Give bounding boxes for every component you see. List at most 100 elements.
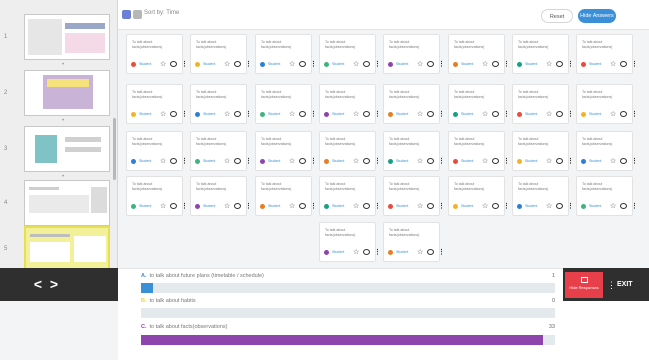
more-options-icon[interactable]: ⋮ bbox=[503, 157, 510, 165]
more-options-icon[interactable]: ⋮ bbox=[631, 60, 638, 68]
more-options-icon[interactable]: ⋮ bbox=[567, 202, 574, 210]
more-options-icon[interactable]: ⋮ bbox=[374, 157, 381, 165]
response-card[interactable]: To talk about facts(observations) Student… bbox=[319, 34, 381, 74]
star-icon[interactable]: ☆ bbox=[289, 157, 295, 165]
comment-icon[interactable] bbox=[363, 61, 370, 67]
response-card[interactable]: To talk about facts(observations) Student… bbox=[255, 131, 317, 171]
star-icon[interactable]: ☆ bbox=[160, 60, 166, 68]
comment-icon[interactable] bbox=[363, 158, 370, 164]
slide-thumbnail[interactable] bbox=[24, 126, 110, 172]
next-slide-button[interactable]: > bbox=[42, 268, 66, 301]
response-card[interactable]: To talk about facts(observations) Student… bbox=[126, 34, 188, 74]
star-icon[interactable]: ☆ bbox=[417, 157, 423, 165]
comment-icon[interactable] bbox=[170, 203, 177, 209]
comment-icon[interactable] bbox=[234, 158, 241, 164]
star-icon[interactable]: ☆ bbox=[289, 202, 295, 210]
more-options-icon[interactable]: ⋮ bbox=[310, 202, 317, 210]
star-icon[interactable]: ☆ bbox=[482, 157, 488, 165]
star-icon[interactable]: ☆ bbox=[482, 60, 488, 68]
more-options-icon[interactable]: ⋮ bbox=[181, 202, 188, 210]
response-card[interactable]: To talk about facts(observations) Student… bbox=[255, 84, 317, 124]
response-card[interactable]: To talk about facts(observations) Student… bbox=[255, 176, 317, 216]
star-icon[interactable]: ☆ bbox=[353, 110, 359, 118]
star-icon[interactable]: ☆ bbox=[353, 248, 359, 256]
more-options-icon[interactable]: ⋮ bbox=[567, 60, 574, 68]
hide-responses-button[interactable]: Hide Responses bbox=[565, 272, 603, 298]
response-card[interactable]: To talk about facts(observations) Student… bbox=[190, 131, 252, 171]
comment-icon[interactable] bbox=[234, 111, 241, 117]
response-card[interactable]: To talk about facts(observations) Student… bbox=[448, 176, 510, 216]
menu-icon[interactable]: ⋮ bbox=[607, 272, 616, 298]
more-options-icon[interactable]: ⋮ bbox=[181, 110, 188, 118]
response-card[interactable]: To talk about facts(observations) Student… bbox=[383, 84, 445, 124]
star-icon[interactable]: ☆ bbox=[546, 110, 552, 118]
comment-icon[interactable] bbox=[620, 61, 627, 67]
comment-icon[interactable] bbox=[363, 111, 370, 117]
more-options-icon[interactable]: ⋮ bbox=[631, 202, 638, 210]
comment-icon[interactable] bbox=[299, 158, 306, 164]
comment-icon[interactable] bbox=[620, 158, 627, 164]
star-icon[interactable]: ☆ bbox=[160, 202, 166, 210]
response-card[interactable]: To talk about facts(observations) Student… bbox=[448, 84, 510, 124]
response-card[interactable]: To talk about facts(observations) Student… bbox=[512, 131, 574, 171]
comment-icon[interactable] bbox=[363, 203, 370, 209]
star-icon[interactable]: ☆ bbox=[289, 60, 295, 68]
star-icon[interactable]: ☆ bbox=[353, 202, 359, 210]
comment-icon[interactable] bbox=[427, 61, 434, 67]
more-options-icon[interactable]: ⋮ bbox=[374, 248, 381, 256]
response-card[interactable]: To talk about facts(observations) Student… bbox=[448, 34, 510, 74]
more-options-icon[interactable]: ⋮ bbox=[310, 157, 317, 165]
sort-dropdown[interactable]: Sort by: Time bbox=[144, 10, 179, 16]
response-card[interactable]: To talk about facts(observations) Student… bbox=[383, 176, 445, 216]
comment-icon[interactable] bbox=[427, 158, 434, 164]
response-card[interactable]: To talk about facts(observations) Student… bbox=[126, 176, 188, 216]
more-options-icon[interactable]: ⋮ bbox=[567, 110, 574, 118]
star-icon[interactable]: ☆ bbox=[353, 60, 359, 68]
slide-thumbnail[interactable] bbox=[24, 70, 110, 116]
response-card[interactable]: To talk about facts(observations) Student… bbox=[383, 222, 445, 262]
comment-icon[interactable] bbox=[234, 61, 241, 67]
more-options-icon[interactable]: ⋮ bbox=[374, 110, 381, 118]
star-icon[interactable]: ☆ bbox=[610, 157, 616, 165]
more-options-icon[interactable]: ⋮ bbox=[245, 110, 252, 118]
slide-thumbnail[interactable] bbox=[24, 14, 110, 60]
more-options-icon[interactable]: ⋮ bbox=[310, 110, 317, 118]
response-card[interactable]: To talk about facts(observations) Student… bbox=[512, 34, 574, 74]
comment-icon[interactable] bbox=[556, 203, 563, 209]
more-options-icon[interactable]: ⋮ bbox=[374, 60, 381, 68]
comment-icon[interactable] bbox=[556, 61, 563, 67]
response-card[interactable]: To talk about facts(observations) Student… bbox=[319, 222, 381, 262]
response-card[interactable]: To talk about facts(observations) Student… bbox=[319, 84, 381, 124]
more-options-icon[interactable]: ⋮ bbox=[310, 60, 317, 68]
star-icon[interactable]: ☆ bbox=[546, 202, 552, 210]
more-options-icon[interactable]: ⋮ bbox=[438, 157, 445, 165]
reset-button[interactable]: Reset bbox=[541, 9, 573, 23]
thumbnail-scrollbar[interactable] bbox=[113, 118, 116, 180]
response-card[interactable]: To talk about facts(observations) Student… bbox=[190, 84, 252, 124]
comment-icon[interactable] bbox=[556, 158, 563, 164]
more-options-icon[interactable]: ⋮ bbox=[503, 60, 510, 68]
star-icon[interactable]: ☆ bbox=[160, 157, 166, 165]
star-icon[interactable]: ☆ bbox=[610, 202, 616, 210]
response-card[interactable]: To talk about facts(observations) Student… bbox=[512, 84, 574, 124]
comment-icon[interactable] bbox=[492, 203, 499, 209]
more-options-icon[interactable]: ⋮ bbox=[438, 248, 445, 256]
star-icon[interactable]: ☆ bbox=[353, 157, 359, 165]
more-options-icon[interactable]: ⋮ bbox=[374, 202, 381, 210]
comment-icon[interactable] bbox=[492, 111, 499, 117]
more-options-icon[interactable]: ⋮ bbox=[503, 110, 510, 118]
star-icon[interactable]: ☆ bbox=[610, 60, 616, 68]
comment-icon[interactable] bbox=[427, 249, 434, 255]
comment-icon[interactable] bbox=[620, 111, 627, 117]
comment-icon[interactable] bbox=[234, 203, 241, 209]
comment-icon[interactable] bbox=[556, 111, 563, 117]
grid-view-icon[interactable] bbox=[122, 10, 131, 19]
more-options-icon[interactable]: ⋮ bbox=[438, 110, 445, 118]
star-icon[interactable]: ☆ bbox=[224, 60, 230, 68]
comment-icon[interactable] bbox=[427, 111, 434, 117]
more-options-icon[interactable]: ⋮ bbox=[181, 60, 188, 68]
slide-thumbnail[interactable] bbox=[24, 226, 110, 272]
comment-icon[interactable] bbox=[299, 61, 306, 67]
comment-icon[interactable] bbox=[170, 158, 177, 164]
response-card[interactable]: To talk about facts(observations) Student… bbox=[319, 176, 381, 216]
